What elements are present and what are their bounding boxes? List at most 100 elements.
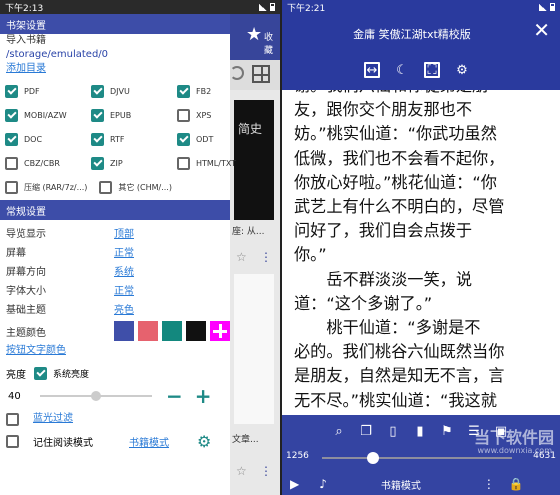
format-option[interactable]: DOC (5, 131, 91, 147)
setting-key: 导览显示 (6, 229, 46, 240)
bookmark-icon[interactable]: ⚑ (440, 423, 454, 439)
format-checkbox[interactable] (177, 156, 190, 170)
refresh-icon[interactable] (230, 66, 244, 80)
add-directory-link[interactable]: 添加目录 (0, 62, 230, 76)
mode-label[interactable]: 书籍模式 (381, 477, 421, 492)
format-checkbox[interactable] (91, 156, 104, 170)
text-line: 你放心好啦。”桃花仙道：“你 (294, 172, 497, 192)
checkbox[interactable] (99, 180, 113, 194)
format-checkbox[interactable] (91, 108, 104, 122)
format-option[interactable]: RTF (91, 131, 177, 147)
setting-value[interactable]: 正常 (114, 282, 134, 297)
checkbox[interactable] (5, 180, 18, 194)
lock-icon[interactable]: 🔒 (509, 477, 524, 491)
page-slider[interactable] (322, 452, 512, 464)
format-option[interactable]: ZIP (91, 155, 177, 171)
night-mode-icon[interactable]: ☾ (394, 62, 410, 78)
book-icon[interactable]: ▮ (413, 423, 427, 439)
more-icon[interactable]: ⋮ (260, 464, 272, 478)
setting-row[interactable]: 屏幕 正常 (0, 242, 230, 261)
setting-row[interactable]: 导览显示 顶部 (0, 223, 230, 242)
format-option[interactable]: HTML/TXT (177, 155, 236, 171)
page-icon[interactable]: ▯ (386, 423, 400, 439)
remember-mode-checkbox[interactable] (6, 434, 19, 448)
more-icon[interactable]: ⋮ (260, 250, 272, 264)
color-swatch[interactable] (138, 321, 158, 341)
system-brightness-label: 系统亮度 (53, 369, 90, 380)
book-caption: 文章... (232, 435, 259, 445)
plus-icon[interactable]: + (195, 386, 212, 406)
format-checkbox[interactable] (91, 84, 104, 98)
setting-row[interactable]: 字体大小 正常 (0, 280, 230, 299)
setting-value[interactable]: 顶部 (114, 225, 134, 240)
archive-option[interactable]: 压缩 (RAR/7z/...) (5, 179, 87, 195)
play-icon[interactable]: ▶ (290, 477, 299, 491)
color-swatch[interactable] (186, 321, 206, 341)
fullscreen-icon[interactable]: ⛶ (424, 62, 440, 78)
setting-key: 字体大小 (6, 286, 46, 297)
format-option[interactable]: CBZ/CBR (5, 155, 91, 171)
slider-thumb[interactable] (367, 452, 380, 464)
setting-row[interactable]: 基础主题 亮色 (0, 299, 230, 318)
format-option[interactable]: MOBI/AZW (5, 107, 91, 123)
close-icon[interactable]: ✕ (533, 18, 550, 42)
status-bar: 下午2:21 (282, 0, 560, 14)
format-label: DOC (24, 134, 43, 144)
reader-text: 谢。我们六仙和你徒弟是朋友，跟你交个朋友那也不妨。”桃实仙道：“你武功虽然低微，… (294, 74, 552, 413)
more-icon[interactable]: ⋮ (483, 477, 495, 491)
format-checkbox[interactable] (5, 132, 18, 146)
text-line: 无不尽。”桃实仙道：“我这就 (294, 390, 497, 410)
format-option[interactable]: PDF (5, 83, 91, 99)
format-option[interactable]: ODT (177, 131, 235, 147)
format-option[interactable]: DJVU (91, 83, 177, 99)
signal-icon (539, 3, 547, 11)
format-option[interactable]: EPUB (91, 107, 177, 123)
search-icon[interactable]: ⌕ (332, 423, 346, 439)
brightness-slider-row: 40 − + (0, 384, 230, 408)
settings-gear-icon[interactable]: ⚙ (454, 62, 470, 78)
add-color-swatch[interactable] (210, 321, 230, 341)
format-checkbox[interactable] (5, 108, 18, 122)
format-checkbox[interactable] (177, 84, 190, 98)
import-path[interactable]: /storage/emulated/0 (0, 48, 230, 62)
book-cover[interactable] (234, 274, 274, 424)
grid-view-icon[interactable] (252, 65, 270, 83)
button-text-color-link[interactable]: 按钮文字颜色 (0, 344, 230, 358)
format-option[interactable]: XPS (177, 107, 235, 123)
setting-row[interactable]: 屏幕方向 系统 (0, 261, 230, 280)
star-outline-icon[interactable]: ☆ (236, 464, 247, 478)
fit-width-icon[interactable]: ↔ (364, 62, 380, 78)
text-line: 友，跟你交个朋友那也不 (294, 100, 473, 120)
blue-filter-checkbox[interactable] (6, 412, 19, 426)
speech-icon[interactable]: ♪ (319, 477, 327, 491)
setting-value[interactable]: 系统 (114, 263, 134, 278)
setting-value[interactable]: 正常 (114, 244, 134, 259)
minus-icon[interactable]: − (166, 386, 183, 406)
setting-value[interactable]: 亮色 (114, 301, 134, 316)
favorites-label[interactable]: 收藏 (264, 30, 280, 56)
format-checkbox[interactable] (177, 108, 190, 122)
format-checkbox[interactable] (177, 132, 190, 146)
copy-icon[interactable]: ❐ (359, 423, 373, 439)
setting-key: 屏幕 (6, 248, 26, 259)
system-brightness-checkbox[interactable] (34, 366, 47, 380)
brightness-slider[interactable] (40, 391, 152, 401)
book-cover[interactable]: 简史 (234, 100, 274, 220)
blue-filter-link[interactable]: 蓝光过滤 (33, 412, 73, 426)
format-checkbox[interactable] (91, 132, 104, 146)
book-mode-link[interactable]: 书籍模式 (129, 434, 169, 449)
format-option[interactable]: FB2 (177, 83, 235, 99)
theme-color-row: 主题颜色 (0, 318, 230, 344)
slider-thumb[interactable] (91, 391, 101, 401)
gear-icon[interactable]: ⚙ (197, 432, 211, 451)
format-checkbox[interactable] (5, 156, 18, 170)
star-icon[interactable]: ★ (246, 24, 262, 45)
color-swatch[interactable] (162, 321, 182, 341)
color-swatch[interactable] (114, 321, 134, 341)
format-checkbox[interactable] (5, 84, 18, 98)
remember-mode-label: 记住阅读模式 (33, 437, 93, 449)
format-label: FB2 (196, 86, 212, 96)
format-label: XPS (196, 110, 212, 120)
star-outline-icon[interactable]: ☆ (236, 250, 247, 264)
other-option[interactable]: 其它 (CHM/...) (99, 179, 172, 195)
